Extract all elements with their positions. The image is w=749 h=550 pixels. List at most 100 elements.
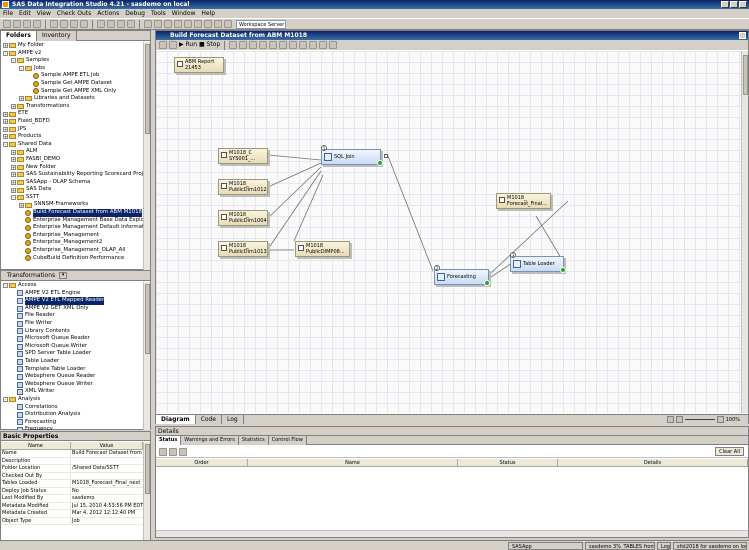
properties-icon[interactable]	[159, 41, 167, 49]
folders-tree-item[interactable]: + SNNSM-Frameworks	[1, 201, 143, 209]
forecasting-node[interactable]: Forecasting	[434, 269, 489, 285]
folders-tree-item[interactable]: + FASBI_DEMO	[1, 156, 143, 164]
table-node-6[interactable]: M1018_ Forecast_Final...	[496, 193, 551, 209]
folder-icon[interactable]	[154, 20, 162, 28]
menu-file[interactable]: File	[3, 9, 13, 18]
grid-icon[interactable]	[299, 41, 308, 49]
folders-tree-item[interactable]: + Libraries and Datasets	[1, 95, 143, 103]
details-col-status[interactable]: Status	[458, 459, 558, 466]
transformations-tree-item[interactable]: AMPE V2 ETL Engine	[1, 290, 143, 298]
output-port[interactable]	[384, 154, 388, 158]
collapse-icon[interactable]: -	[11, 195, 16, 201]
transformations-tree-item[interactable]: SPD Server Table Loader	[1, 350, 143, 358]
expand-icon[interactable]: +	[11, 187, 16, 193]
details-col-order[interactable]: Order	[156, 459, 248, 466]
folders-tree-item[interactable]: + SAS Sustainability Reporting Scorecard …	[1, 171, 143, 179]
table-node-4[interactable]: M1018_ PublicDim1013	[218, 241, 268, 257]
folders-tree-item[interactable]: Enterprise_Management2	[1, 239, 143, 247]
save-all-icon[interactable]	[33, 20, 41, 28]
expand-icon[interactable]: +	[3, 43, 8, 49]
folders-tree-item[interactable]: Sample Get AMPE Dataset	[1, 80, 143, 88]
transformations-tree-item[interactable]: Websphere Queue Writer	[1, 381, 143, 389]
menu-tools[interactable]: Tools	[151, 9, 166, 18]
folders-tree-item[interactable]: Enterprise Management Base Data Explorat…	[1, 217, 143, 225]
run-button[interactable]: ▶ Run	[179, 41, 197, 49]
property-row[interactable]: Tables Loaded M1018_Forecast_Final_next	[1, 480, 143, 488]
search-icon[interactable]	[204, 20, 212, 28]
tab-status[interactable]: Status	[156, 436, 182, 445]
transformations-tree-item[interactable]: Websphere Queue Reader	[1, 373, 143, 381]
tab-code[interactable]: Code	[195, 415, 223, 424]
folders-tree-item[interactable]: - Jobs	[1, 65, 143, 73]
transformations-tree-item[interactable]: Microsoft Queue Writer	[1, 343, 143, 351]
folders-tree-item[interactable]: + My Folder	[1, 42, 143, 50]
undo-icon[interactable]	[97, 20, 105, 28]
folders-tree-item[interactable]: Sample AMPE ETL Job	[1, 72, 143, 80]
folders-tree-item[interactable]: Sample Get AMPE XML Only	[1, 88, 143, 96]
folders-tree-item[interactable]: + ETE	[1, 110, 143, 118]
property-row[interactable]: Metadata Modified Jul 15, 2010 4:53:56 PM…	[1, 502, 143, 510]
delete-icon[interactable]	[80, 20, 88, 28]
folders-tree-item[interactable]: + ALM	[1, 148, 143, 156]
zoom-slider[interactable]	[684, 419, 715, 420]
property-row[interactable]: Name Build Forecast Dataset from ...	[1, 450, 143, 458]
step-icon[interactable]	[229, 41, 238, 49]
property-row[interactable]: Checked Out By	[1, 472, 143, 480]
folders-tree-item[interactable]: - Shared Data	[1, 141, 143, 149]
chevron-down-icon[interactable]: ▾	[59, 272, 68, 279]
table-node-1[interactable]: M1018_C SYS001_...	[218, 148, 268, 164]
expand-icon[interactable]: +	[19, 96, 24, 102]
refresh-icon[interactable]	[194, 20, 202, 28]
table-loader-node[interactable]: Table Loader	[510, 256, 564, 272]
tab-folders[interactable]: Folders	[1, 31, 37, 41]
list-icon[interactable]	[319, 41, 328, 49]
close-button[interactable]	[739, 1, 747, 8]
table-node-2[interactable]: M1018_ PublicDim1012	[218, 179, 268, 195]
folders-tree-item[interactable]: + Transformations	[1, 103, 143, 111]
canvas-vertical-scrollbar[interactable]	[741, 51, 748, 413]
maximize-button[interactable]	[730, 1, 738, 8]
collapse-icon[interactable]: -	[19, 66, 24, 72]
property-row[interactable]: Folder Location/Shared Data/SSTT	[1, 465, 143, 473]
details-horizontal-scrollbar[interactable]	[156, 530, 748, 537]
expand-icon[interactable]: +	[11, 104, 16, 110]
transformations-tree-item[interactable]: Microsoft Queue Reader	[1, 335, 143, 343]
minimize-button[interactable]	[721, 1, 729, 8]
tab-control-flow[interactable]: Control Flow	[268, 436, 307, 445]
tab-diagram[interactable]: Diagram	[156, 415, 196, 424]
transformations-tree-item[interactable]: Template Table Loader	[1, 366, 143, 374]
check-in-icon[interactable]	[127, 20, 135, 28]
table-node-5[interactable]: M1018 PublicDIMP08...	[295, 241, 350, 257]
table-icon[interactable]	[184, 20, 192, 28]
folders-tree-item[interactable]: + SAS Data	[1, 186, 143, 194]
details-col-name[interactable]: Name	[248, 459, 458, 466]
transformations-tree-item[interactable]: Table Loader	[1, 358, 143, 366]
folders-scrollbar[interactable]	[143, 42, 150, 270]
menu-view[interactable]: View	[37, 9, 51, 18]
check-out-icon[interactable]	[117, 20, 125, 28]
properties-icon[interactable]	[144, 20, 152, 28]
redo-icon[interactable]	[107, 20, 115, 28]
export-icon[interactable]	[174, 20, 182, 28]
expand-icon[interactable]: +	[3, 119, 8, 125]
properties-col-value[interactable]: Value	[71, 442, 143, 449]
folders-tree-item[interactable]: Enterprise_Management	[1, 232, 143, 240]
cut-icon[interactable]	[50, 20, 58, 28]
transformations-tree-item[interactable]: AMPE V2 ETL Mapped Reader	[1, 297, 143, 305]
property-row[interactable]: Metadata Created Mar 4, 2012 12:12:40 PM	[1, 510, 143, 518]
expand-icon[interactable]: +	[11, 149, 16, 155]
tab-log[interactable]: Log	[222, 415, 244, 424]
server-icon[interactable]	[224, 20, 232, 28]
layout-icon[interactable]	[169, 41, 177, 49]
folders-tree-item[interactable]: + New Folder	[1, 164, 143, 172]
save-icon[interactable]	[23, 20, 31, 28]
transformations-tree-item[interactable]: - Access	[1, 282, 143, 290]
folders-tree-item[interactable]: CubeBuild Definition Performance	[1, 255, 143, 263]
table-node-3[interactable]: M1018_ PublicDim1004	[218, 210, 268, 226]
folder-icon[interactable]	[179, 447, 187, 456]
folders-tree-item[interactable]: Build Forecast Dataset from ABM M1018	[1, 209, 143, 217]
stop-button[interactable]: ■ Stop	[199, 41, 220, 49]
copy-icon[interactable]	[60, 20, 68, 28]
expand-icon[interactable]: +	[3, 126, 8, 132]
new-icon[interactable]	[3, 20, 11, 28]
